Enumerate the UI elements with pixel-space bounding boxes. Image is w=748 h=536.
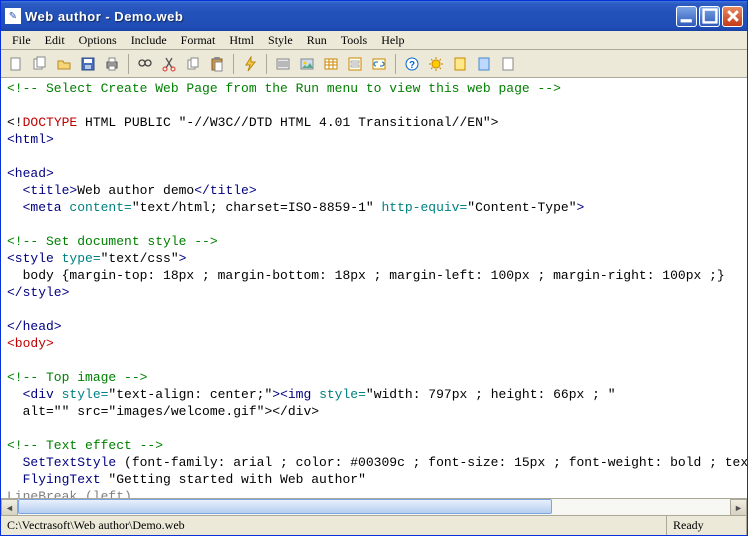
menu-html[interactable]: Html (222, 32, 261, 49)
css-body: body {margin-top: 18px ; margin-bottom: … (7, 268, 725, 283)
toolbar-separator (233, 54, 234, 74)
menu-edit[interactable]: Edit (38, 32, 72, 49)
title-close: </title> (194, 183, 256, 198)
div-style-val: "text-align: center;" (108, 387, 272, 402)
svg-text:?: ? (409, 60, 415, 71)
meta-attr: content= (62, 200, 132, 215)
maximize-button[interactable] (699, 6, 720, 27)
code-comment: <!-- Select Create Web Page from the Run… (7, 81, 561, 96)
div-close-bracket: > (272, 387, 280, 402)
code-comment: <!-- Text effect --> (7, 438, 163, 453)
meta-val: "text/html; charset=ISO-8859-1" (132, 200, 374, 215)
print-icon[interactable] (101, 53, 123, 75)
cut-icon[interactable] (158, 53, 180, 75)
meta-attr: http-equiv= (374, 200, 468, 215)
code-comment: <!-- Top image --> (7, 370, 147, 385)
img-style-val: "width: 797px ; height: 66px ; " (366, 387, 616, 402)
meta-tag: <meta (7, 200, 62, 215)
settextstyle-keyword: SetTextStyle (7, 455, 116, 470)
page-white-icon[interactable] (497, 53, 519, 75)
insert-link-icon[interactable] (368, 53, 390, 75)
horizontal-scrollbar[interactable]: ◄ ► (1, 498, 747, 515)
find-icon[interactable] (134, 53, 156, 75)
status-ready: Ready (667, 516, 747, 535)
statusbar: C:\Vectrasoft\Web author\Demo.web Ready (1, 515, 747, 535)
window-controls (676, 6, 743, 27)
head-close: </head> (7, 319, 62, 334)
style-open: <style (7, 251, 54, 266)
scroll-thumb[interactable] (18, 499, 552, 514)
meta-val: "Content-Type" (467, 200, 576, 215)
img-alt-src: alt="" src="images/welcome.gif"></div> (7, 404, 319, 419)
menu-run[interactable]: Run (300, 32, 334, 49)
minimize-button[interactable] (676, 6, 697, 27)
status-path: C:\Vectrasoft\Web author\Demo.web (1, 516, 667, 535)
toolbar-separator (128, 54, 129, 74)
style-val: "text/css" (101, 251, 179, 266)
doctype-keyword: DOCTYPE (23, 115, 78, 130)
style-close: </style> (7, 285, 69, 300)
menu-include[interactable]: Include (124, 32, 174, 49)
toolbar: ? (1, 50, 747, 78)
menu-file[interactable]: File (5, 32, 38, 49)
style-attr: type= (54, 251, 101, 266)
titlebar[interactable]: ✎ Web author - Demo.web (1, 1, 747, 31)
insert-block-icon[interactable] (272, 53, 294, 75)
title-text: Web author demo (77, 183, 194, 198)
menu-style[interactable]: Style (261, 32, 300, 49)
div-style-attr: style= (54, 387, 109, 402)
page-blue-icon[interactable] (473, 53, 495, 75)
scroll-right-button[interactable]: ► (730, 499, 747, 516)
insert-form-icon[interactable] (344, 53, 366, 75)
style-open-close: > (179, 251, 187, 266)
code-comment: <!-- Set document style --> (7, 234, 218, 249)
copy-doc-icon[interactable] (29, 53, 51, 75)
help-icon[interactable]: ? (401, 53, 423, 75)
toolbar-separator (395, 54, 396, 74)
close-button[interactable] (722, 6, 743, 27)
linebreak-args: (left) (77, 489, 132, 498)
menu-format[interactable]: Format (174, 32, 223, 49)
linebreak-keyword: LineBreak (7, 489, 77, 498)
page-yellow-icon[interactable] (449, 53, 471, 75)
menu-help[interactable]: Help (374, 32, 411, 49)
flyingtext-keyword: FlyingText (7, 472, 101, 487)
app-window: ✎ Web author - Demo.web File Edit Option… (0, 0, 748, 536)
app-icon: ✎ (5, 8, 21, 24)
paste-icon[interactable] (206, 53, 228, 75)
run-icon[interactable] (239, 53, 261, 75)
insert-image-icon[interactable] (296, 53, 318, 75)
scroll-track[interactable] (18, 499, 730, 515)
menu-options[interactable]: Options (72, 32, 124, 49)
window-title: Web author - Demo.web (25, 9, 676, 24)
div-open: <div (7, 387, 54, 402)
settings-icon[interactable] (425, 53, 447, 75)
doctype-rest: HTML PUBLIC "-//W3C//DTD HTML 4.01 Trans… (77, 115, 498, 130)
img-style-attr: style= (311, 387, 366, 402)
menu-tools[interactable]: Tools (334, 32, 375, 49)
toolbar-separator (266, 54, 267, 74)
menubar: File Edit Options Include Format Html St… (1, 31, 747, 50)
flyingtext-args: "Getting started with Web author" (101, 472, 366, 487)
save-icon[interactable] (77, 53, 99, 75)
copy-icon[interactable] (182, 53, 204, 75)
doctype-open: <! (7, 115, 23, 130)
open-icon[interactable] (53, 53, 75, 75)
body-tag: <body> (7, 336, 54, 351)
settextstyle-args: (font-family: arial ; color: #00309c ; f… (116, 455, 747, 470)
insert-table-icon[interactable] (320, 53, 342, 75)
head-tag: <head> (7, 166, 54, 181)
meta-close: > (577, 200, 585, 215)
code-editor[interactable]: <!-- Select Create Web Page from the Run… (1, 78, 747, 498)
title-open: <title> (7, 183, 77, 198)
scroll-left-button[interactable]: ◄ (1, 499, 18, 516)
img-open: <img (280, 387, 311, 402)
new-icon[interactable] (5, 53, 27, 75)
html-tag: <html> (7, 132, 54, 147)
